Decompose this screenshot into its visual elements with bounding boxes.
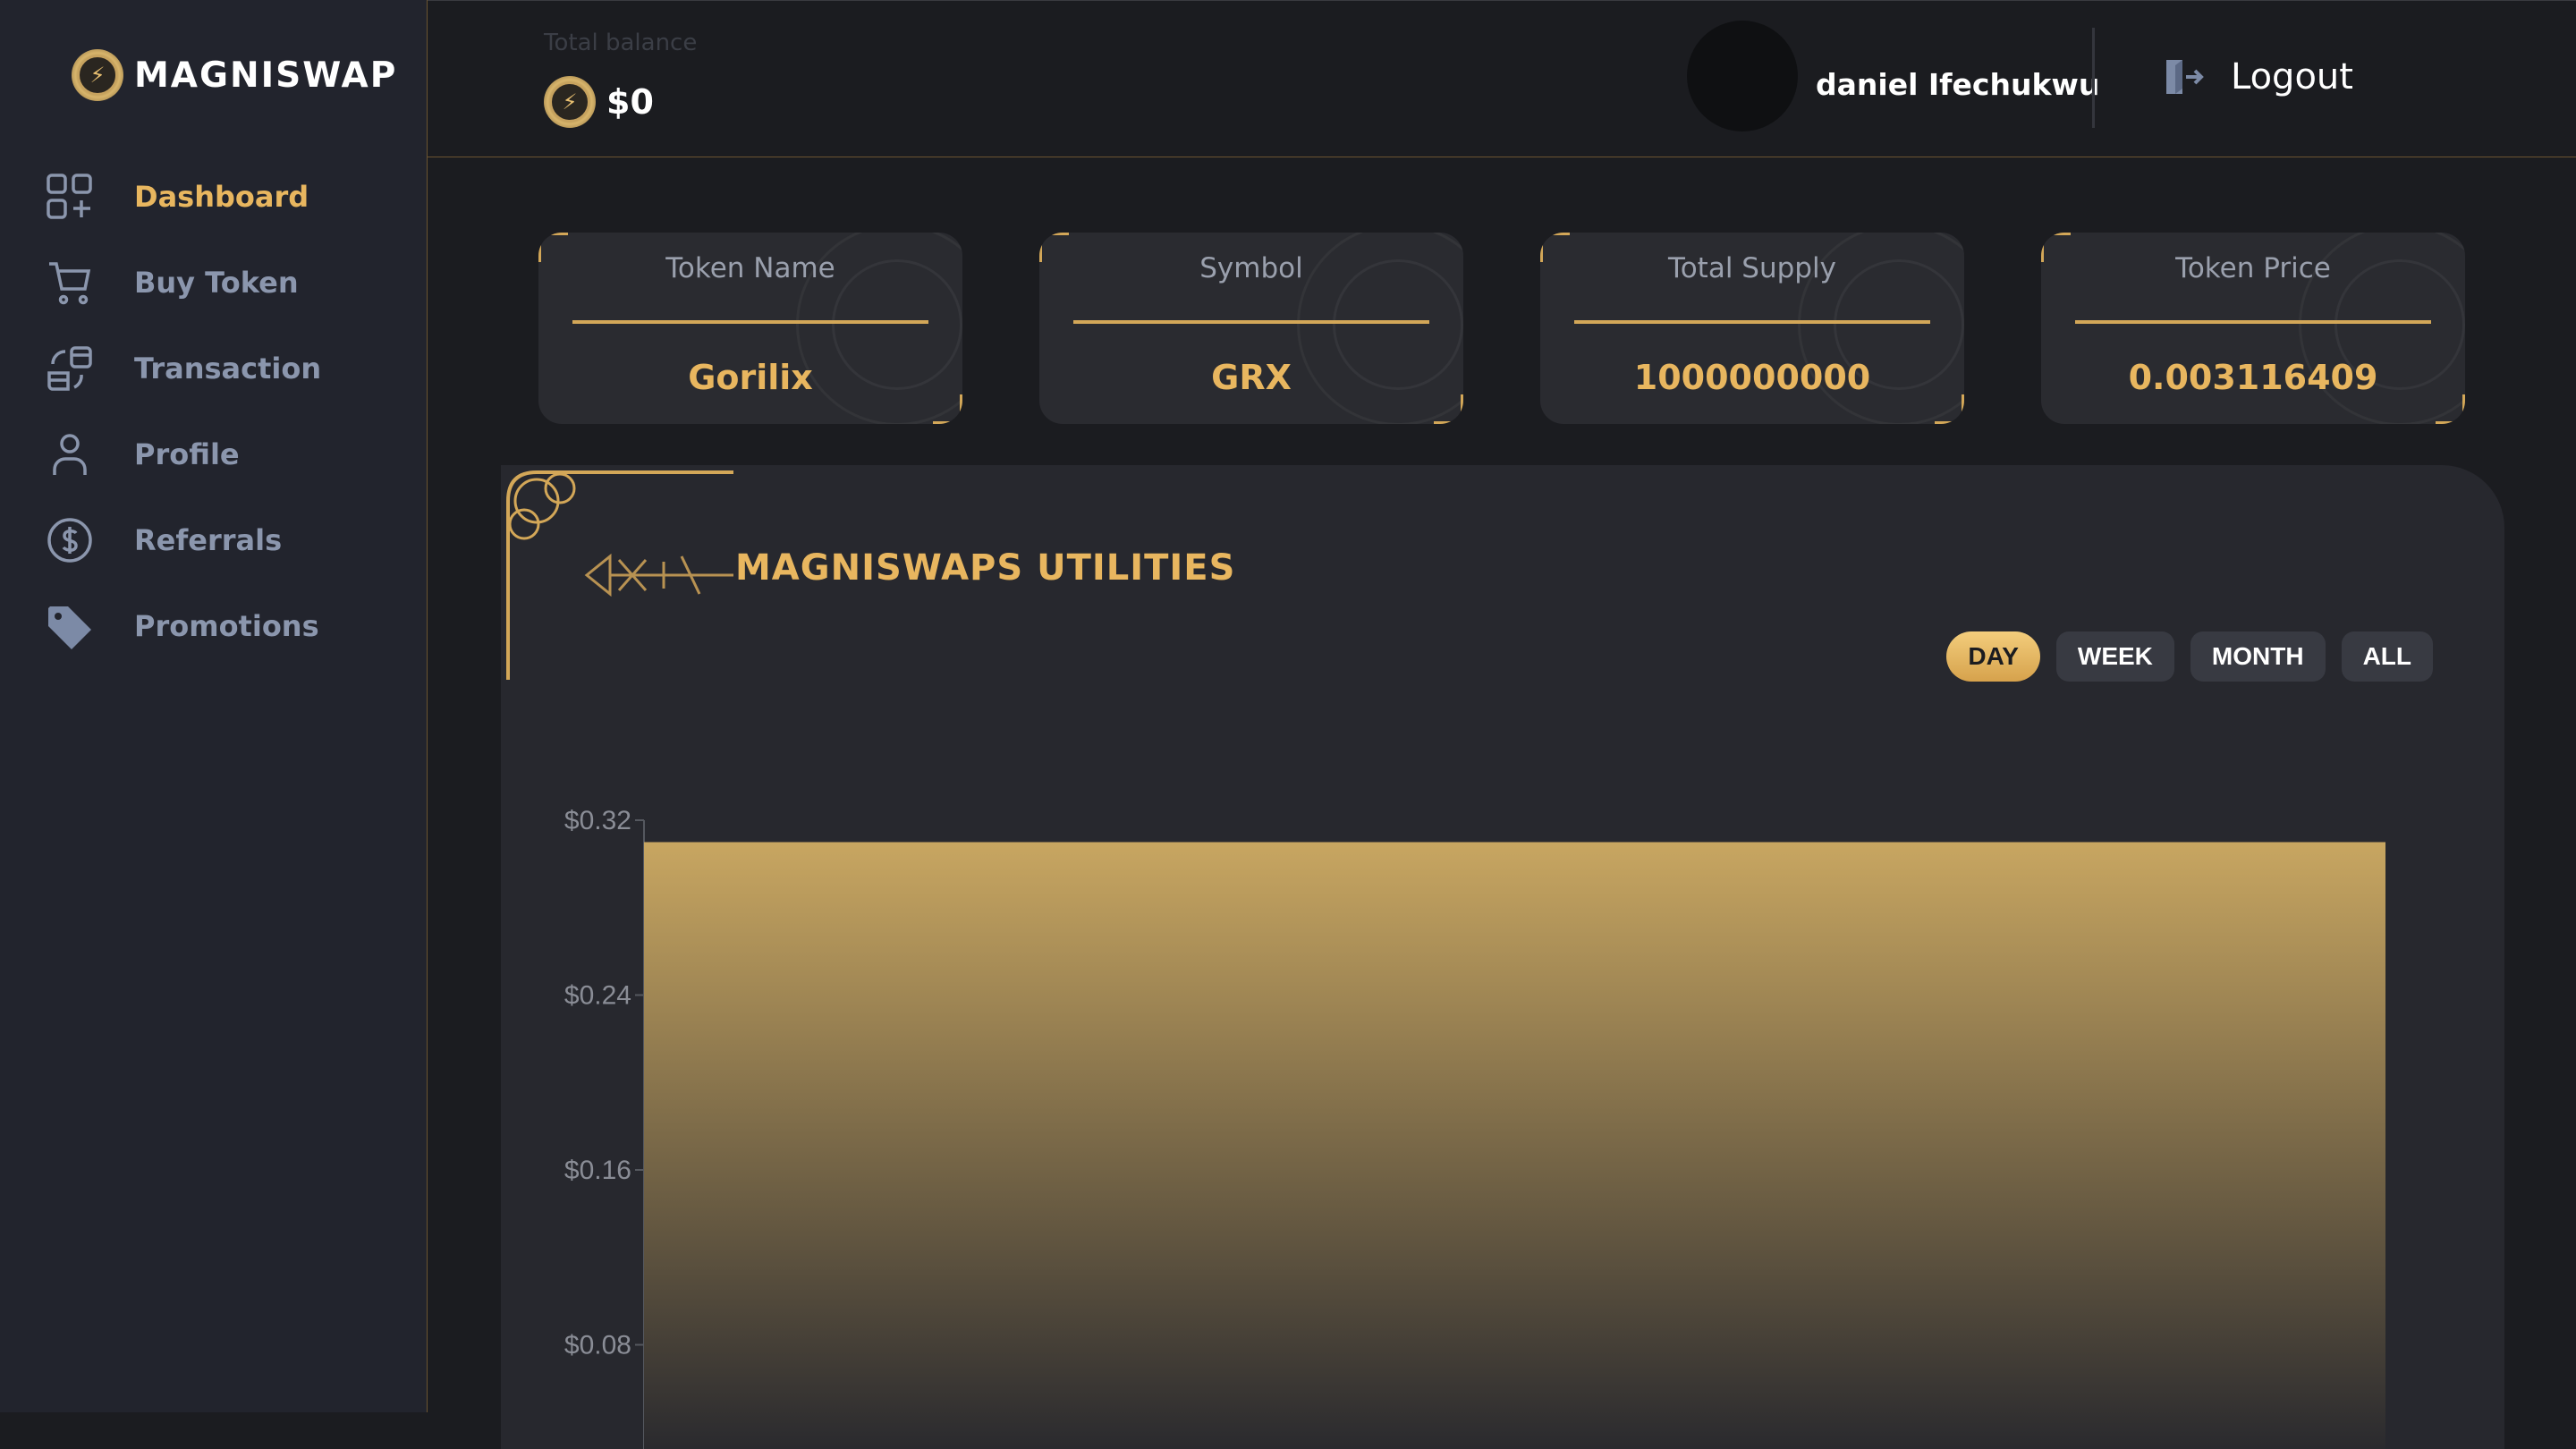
sidebar-item-buy-token[interactable]: Buy Token [43, 256, 299, 309]
stat-label: Symbol [1199, 252, 1303, 284]
sidebar-item-dashboard[interactable]: Dashboard [43, 170, 309, 224]
stat-label: Token Name [665, 252, 835, 284]
header-divider [2092, 28, 2095, 128]
sidebar-item-transaction[interactable]: Transaction [43, 342, 321, 395]
divider [572, 320, 928, 324]
app-name: MAGNISWAP [134, 55, 398, 96]
divider [1073, 320, 1429, 324]
cart-icon [43, 256, 97, 309]
user-icon [43, 428, 97, 481]
logout-icon [2166, 60, 2204, 94]
app-logo[interactable]: ⚡ MAGNISWAP [72, 49, 397, 101]
y-tick-label: $0.32 [564, 806, 631, 835]
stat-value: GRX [1211, 358, 1292, 397]
balance-value: $0 [606, 82, 654, 122]
sidebar-item-promotions[interactable]: Promotions [43, 599, 319, 653]
sidebar-item-profile[interactable]: Profile [43, 428, 240, 481]
divider [2075, 320, 2431, 324]
y-tick-label: $0.08 [564, 1331, 631, 1360]
ornament-corner-icon [2436, 394, 2465, 424]
sidebar-item-label: Buy Token [134, 266, 299, 300]
price-area [644, 842, 2385, 1449]
ornament-corner-icon [1935, 394, 1964, 424]
top-header: Total balance ⚡ $0 daniel Ifechukwu Logo… [428, 0, 2576, 157]
stat-label: Total Supply [1668, 252, 1836, 284]
transaction-icon [43, 342, 97, 395]
stat-card-total-supply: Total Supply 1000000000 [1540, 233, 1964, 424]
coin-logo-icon: ⚡ [72, 49, 123, 101]
stat-card-token-name: Token Name Gorilix [538, 233, 962, 424]
balance-label: Total balance [544, 30, 698, 56]
y-tick-label: $0.24 [564, 981, 631, 1011]
stat-label: Token Price [2175, 252, 2331, 284]
y-tick-label: $0.16 [564, 1156, 631, 1185]
sidebar-item-label: Profile [134, 437, 240, 471]
logout-button[interactable]: Logout [2163, 56, 2353, 97]
username: daniel Ifechukwu [1816, 67, 2100, 102]
stat-value: Gorilix [688, 358, 813, 397]
price-chart[interactable]: $0.32 $0.24 $0.16 $0.08 [501, 465, 2504, 1449]
sidebar-item-referrals[interactable]: Referrals [43, 513, 282, 567]
utilities-panel: MAGNISWAPS UTILITIES DAY WEEK MONTH ALL … [501, 465, 2504, 1449]
coin-icon: ⚡ [544, 76, 596, 128]
dollar-icon [43, 513, 97, 567]
stat-value: 1000000000 [1633, 358, 1871, 397]
sidebar: ⚡ MAGNISWAP Dashboard Buy Token Transact… [0, 0, 428, 1412]
stat-value: 0.003116409 [2128, 358, 2378, 397]
dashboard-icon [43, 170, 97, 224]
logout-label: Logout [2231, 56, 2353, 97]
sidebar-item-label: Dashboard [134, 180, 309, 214]
balance: ⚡ $0 [544, 76, 654, 128]
sidebar-item-label: Transaction [134, 352, 322, 386]
ornament-corner-icon [933, 394, 962, 424]
stat-card-token-price: Token Price 0.003116409 [2041, 233, 2465, 424]
divider [1574, 320, 1930, 324]
stat-card-symbol: Symbol GRX [1039, 233, 1463, 424]
sidebar-item-label: Referrals [134, 523, 283, 557]
tag-icon [43, 599, 97, 653]
ornament-corner-icon [1434, 394, 1463, 424]
sidebar-item-label: Promotions [134, 609, 319, 643]
avatar[interactable] [1687, 21, 1798, 131]
